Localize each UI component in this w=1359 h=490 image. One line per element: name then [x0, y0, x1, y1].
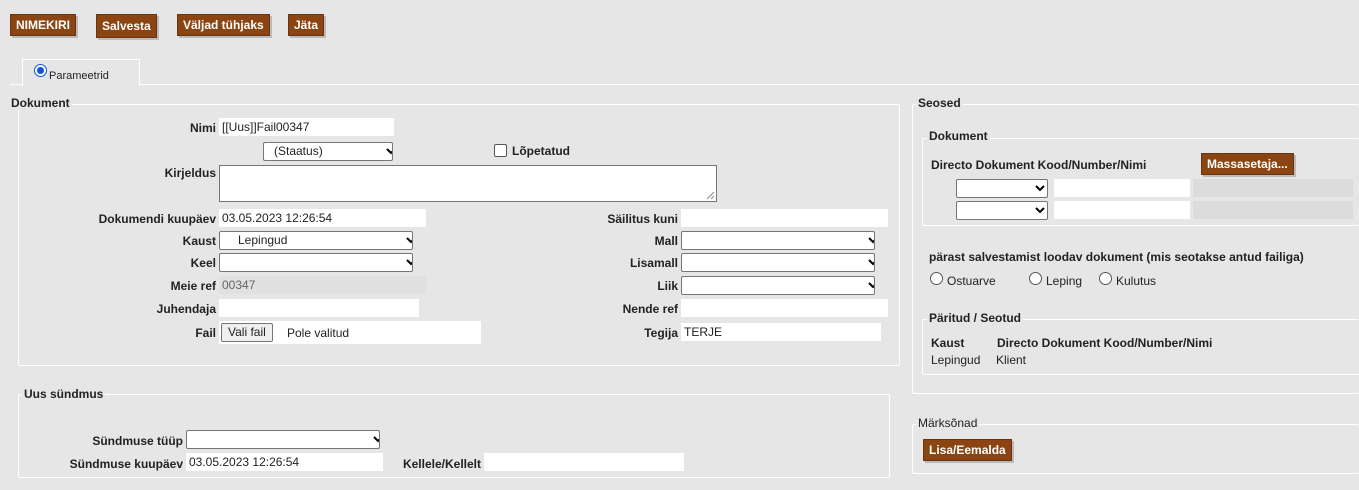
save-button[interactable]: Salvesta: [96, 14, 157, 38]
event-date-input[interactable]: 03.05.2023 12:26:54: [186, 453, 383, 471]
relation-type-select-2[interactable]: [956, 201, 1048, 220]
tab-label: Parameetrid: [49, 70, 109, 82]
linked-legend: Päritud / Seotud: [927, 311, 1024, 325]
tab-strip-line: [10, 84, 1359, 85]
relation-doc-input-1[interactable]: [1054, 179, 1190, 197]
keywords-legend: Märksõnad: [916, 416, 980, 430]
extra-template-label: Lisamall: [629, 256, 678, 270]
folder-value: Lepingud: [238, 233, 288, 247]
file-status: Pole valitud: [287, 326, 350, 340]
keep-until-input[interactable]: [681, 209, 888, 227]
relations-doc-legend: Dokument: [927, 129, 990, 143]
to-from-input[interactable]: [484, 453, 684, 471]
creator-input[interactable]: TERJE: [681, 323, 881, 341]
linked-row-folder: Lepingud: [931, 353, 981, 367]
linked-col-doc: Directo Dokument Kood/Number/Nimi: [997, 336, 1213, 350]
radio-kulutus[interactable]: [1099, 272, 1112, 285]
status-value: (Staatus): [274, 144, 323, 158]
bulk-setter-button[interactable]: Massasetaja...: [1201, 153, 1294, 175]
after-save-label: pärast salvestamist loodav dokument (mis…: [929, 250, 1304, 264]
their-ref-input[interactable]: [681, 299, 888, 317]
relation-doc-input-2[interactable]: [1054, 201, 1190, 219]
relation-doc-name-2: [1193, 201, 1353, 219]
event-date-label: Sündmuse kuupäev: [69, 457, 183, 471]
template-label: Mall: [654, 234, 678, 248]
linked-col-folder: Kaust: [931, 336, 965, 350]
file-label: Fail: [195, 326, 216, 340]
event-legend: Uus sündmus: [22, 387, 106, 401]
relation-doc-name-1: [1193, 179, 1353, 197]
creator-label: Tegija: [644, 326, 678, 340]
our-ref-label: Meie ref: [170, 279, 216, 293]
leave-button[interactable]: Jäta: [288, 14, 325, 36]
description-label: Kirjeldus: [164, 166, 216, 180]
their-ref-label: Nende ref: [622, 302, 678, 316]
file-input[interactable]: Vali fail Pole valitud: [219, 321, 481, 344]
keep-until-label: Säilitus kuni: [607, 212, 678, 226]
relation-type-select-1[interactable]: [956, 179, 1048, 198]
folder-select[interactable]: Lepingud: [219, 231, 413, 250]
language-label: Keel: [190, 256, 216, 270]
radio-leping[interactable]: [1029, 272, 1042, 285]
name-label: Nimi: [189, 121, 216, 135]
event-type-label: Sündmuse tüüp: [92, 434, 183, 448]
clear-fields-button[interactable]: Väljad tühjaks: [177, 14, 270, 36]
radio-ostuarve[interactable]: [930, 272, 943, 285]
event-type-select[interactable]: [186, 430, 380, 449]
our-ref-input: 00347: [219, 276, 426, 294]
radio-ostuarve-label: Ostuarve: [947, 274, 996, 288]
folder-label: Kaust: [182, 234, 216, 248]
doc-date-label: Dokumendi kuupäev: [98, 212, 216, 226]
relations-legend: Seosed: [916, 96, 963, 110]
extra-template-select[interactable]: [681, 253, 875, 272]
radio-leping-label: Leping: [1046, 274, 1083, 288]
type-select[interactable]: [681, 276, 875, 295]
supervisor-input[interactable]: [219, 299, 419, 317]
description-textarea[interactable]: [219, 165, 717, 202]
add-remove-keywords-button[interactable]: Lisa/Eemalda: [923, 439, 1012, 461]
language-select[interactable]: [219, 253, 413, 272]
name-input[interactable]: [[Uus]]Fail00347: [219, 118, 394, 136]
radio-kulutus-label: Kulutus: [1116, 274, 1157, 288]
radio-icon: [34, 64, 47, 77]
to-from-label: Kellele/Kellelt: [402, 457, 481, 471]
template-select[interactable]: [681, 231, 875, 250]
type-label: Liik: [657, 279, 678, 293]
tab-parameters[interactable]: Parameetrid: [22, 59, 140, 86]
linked-row-doc[interactable]: Klient: [996, 353, 1026, 367]
finished-checkbox[interactable]: [494, 144, 507, 157]
relations-doc-header: Directo Dokument Kood/Number/Nimi: [931, 158, 1147, 172]
list-button[interactable]: NIMEKIRI: [10, 14, 76, 36]
dokument-legend: Dokument: [9, 96, 72, 110]
choose-file-button[interactable]: Vali fail: [221, 323, 273, 342]
finished-label: Lõpetatud: [512, 144, 570, 158]
doc-date-input[interactable]: 03.05.2023 12:26:54: [219, 209, 426, 227]
status-select[interactable]: (Staatus): [263, 142, 393, 161]
resize-handle-icon: [706, 191, 715, 200]
supervisor-label: Juhendaja: [156, 302, 216, 316]
